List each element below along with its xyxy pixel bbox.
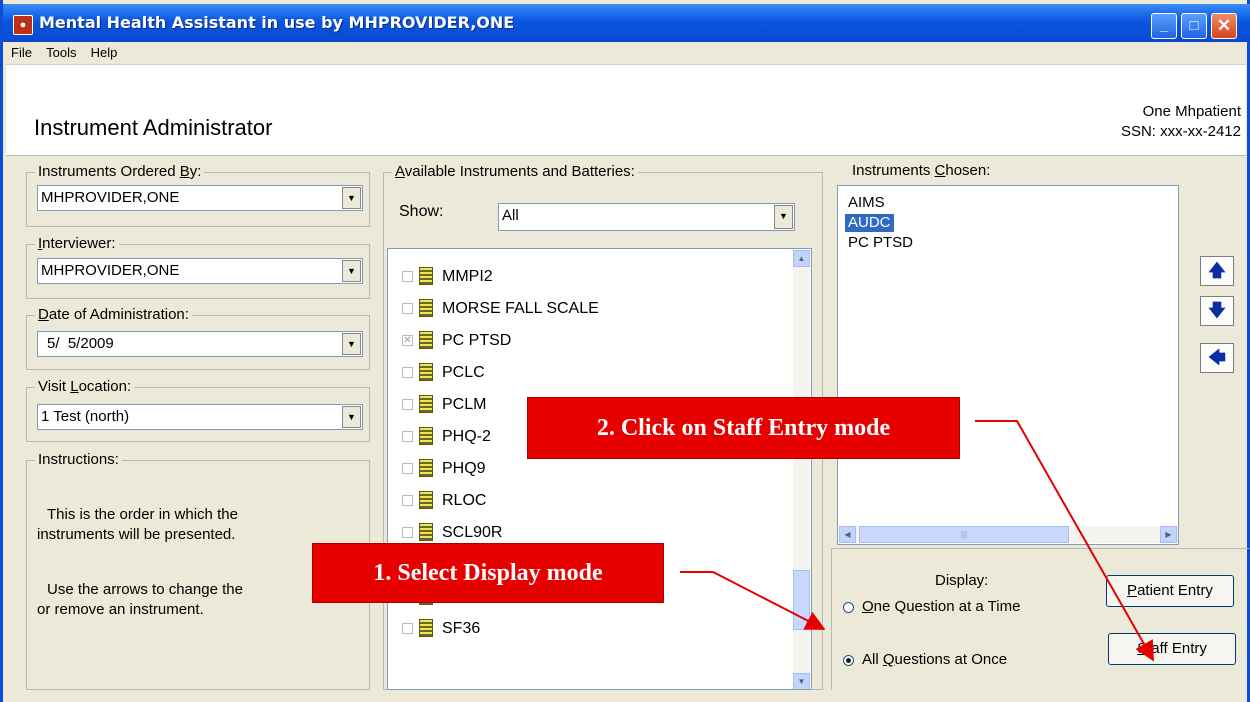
ordered-by-value: MHPROVIDER,ONE [41,189,180,206]
menu-tools[interactable]: Tools [41,42,81,63]
checkbox[interactable] [402,463,413,474]
arrow-up-icon: 🡅 [1208,261,1226,280]
document-icon [419,491,433,509]
page-header: Instrument Administrator One Mhpatient S… [6,64,1246,156]
menu-file[interactable]: File [6,42,37,63]
instruments-chosen-list[interactable]: AIMS AUDC PC PTSD ◀ ||| ▶ [837,185,1179,545]
date-label: Date of Administration: [35,306,192,323]
close-button[interactable]: ✕ [1211,13,1237,39]
menu-bar: File Tools Help [6,42,1246,64]
checkbox[interactable] [402,527,413,538]
callout-staff-entry: 2. Click on Staff Entry mode [527,397,960,459]
instructions-line1: This is the order in which the [47,506,238,523]
move-down-button[interactable]: 🡇 [1200,296,1234,326]
checkbox[interactable] [402,303,413,314]
radio-circle[interactable] [843,601,854,613]
instructions-label: Instructions: [35,451,122,468]
available-instruments-list[interactable]: MMPI2 MORSE FALL SCALE ✕ PC PTSD PCLC PCLM PHQ… [387,248,812,690]
hscroll-thumb[interactable]: ||| [859,526,1069,543]
remove-button[interactable]: 🡄 [1200,343,1234,373]
chevron-down-icon[interactable]: ▼ [342,333,361,355]
instrument-name: RLOC [442,492,487,509]
patient-name: One Mhpatient [1142,103,1241,120]
document-icon [419,363,433,381]
document-icon [419,427,433,445]
display-panel [831,548,1249,690]
callout-display-mode: 1. Select Display mode [312,543,664,603]
window-title: Mental Health Assistant in use by MHPROV… [39,13,515,32]
document-icon [419,395,433,413]
instrument-name: PCLC [442,364,485,381]
arrow-left-icon: 🡄 [1208,348,1226,367]
page-title: Instrument Administrator [34,115,273,140]
app-icon[interactable]: ● [13,15,33,35]
scroll-up-icon[interactable]: ▲ [793,250,810,267]
available-instruments-label: Available Instruments and Batteries: [392,163,638,180]
chosen-item[interactable]: PC PTSD [845,234,916,252]
ordered-by-select[interactable]: MHPROVIDER,ONE ▼ [37,185,363,211]
scroll-thumb[interactable] [793,570,810,630]
document-icon [419,619,433,637]
scroll-down-icon[interactable]: ▼ [793,673,810,689]
instrument-name: PCLM [442,396,487,413]
location-select[interactable]: 1 Test (north) ▼ [37,404,363,430]
scroll-right-icon[interactable]: ▶ [1160,526,1177,543]
one-question-radio[interactable]: One Question at a Time [843,598,1020,615]
document-icon [419,267,433,285]
title-bar[interactable]: ● Mental Health Assistant in use by MHPR… [3,4,1250,42]
instrument-name: PHQ9 [442,460,486,477]
display-label: Display: [935,572,989,589]
checkbox[interactable] [402,399,413,410]
instrument-name: MMPI2 [442,268,493,285]
patient-entry-button[interactable]: Patient Entry [1106,575,1234,607]
chevron-down-icon[interactable]: ▼ [342,260,361,282]
checkbox[interactable] [402,431,413,442]
location-value: 1 Test (north) [41,408,130,425]
checkbox[interactable] [402,367,413,378]
instrument-name: SF36 [442,620,481,637]
menu-help[interactable]: Help [86,42,123,63]
document-icon [419,523,433,541]
staff-entry-button[interactable]: Staff Entry [1108,633,1236,665]
checkbox-checked[interactable]: ✕ [402,335,413,346]
instrument-name: PHQ-2 [442,428,491,445]
document-icon [419,459,433,477]
move-up-button[interactable]: 🡅 [1200,256,1234,286]
instructions-line4: or remove an instrument. [37,601,204,618]
checkbox[interactable] [402,495,413,506]
chosen-item-selected[interactable]: AUDC [844,213,895,233]
checkbox[interactable] [402,271,413,282]
interviewer-value: MHPROVIDER,ONE [41,262,180,279]
interviewer-label: Interviewer: [35,235,119,252]
instruments-chosen-label: Instruments Chosen: [849,162,994,179]
location-label: Visit Location: [35,378,135,395]
scroll-left-icon[interactable]: ◀ [839,526,856,543]
document-icon [419,299,433,317]
interviewer-select[interactable]: MHPROVIDER,ONE ▼ [37,258,363,284]
show-filter-value: All [502,207,519,224]
instructions-line2: instruments will be presented. [37,526,236,543]
instrument-name: MORSE FALL SCALE [442,300,599,317]
arrow-down-icon: 🡇 [1208,301,1226,320]
patient-ssn: SSN: xxx-xx-2412 [1120,123,1241,140]
ordered-by-label: Instruments Ordered By: [35,163,205,180]
checkbox[interactable] [402,623,413,634]
chosen-list-hscrollbar[interactable]: ◀ ||| ▶ [839,526,1178,543]
maximize-button[interactable]: □ [1181,13,1207,39]
all-questions-radio[interactable]: All Questions at Once [843,651,1007,668]
minimize-button[interactable]: _ [1151,13,1177,39]
instructions-line3: Use the arrows to change the [47,581,243,598]
available-list-scrollbar[interactable]: ▲ ▼ [793,250,810,689]
chevron-down-icon[interactable]: ▼ [342,187,361,209]
show-label: Show: [399,203,444,220]
radio-circle-selected[interactable] [843,654,854,666]
date-value: 5/ 5/2009 [47,335,114,352]
chevron-down-icon[interactable]: ▼ [342,406,361,428]
chevron-down-icon[interactable]: ▼ [774,205,793,229]
document-icon [419,331,433,349]
instrument-name: PC PTSD [442,332,512,349]
chosen-item[interactable]: AIMS [845,194,888,212]
date-picker[interactable]: 5/ 5/2009 ▼ [37,331,363,357]
show-filter-select[interactable]: All ▼ [498,203,795,231]
